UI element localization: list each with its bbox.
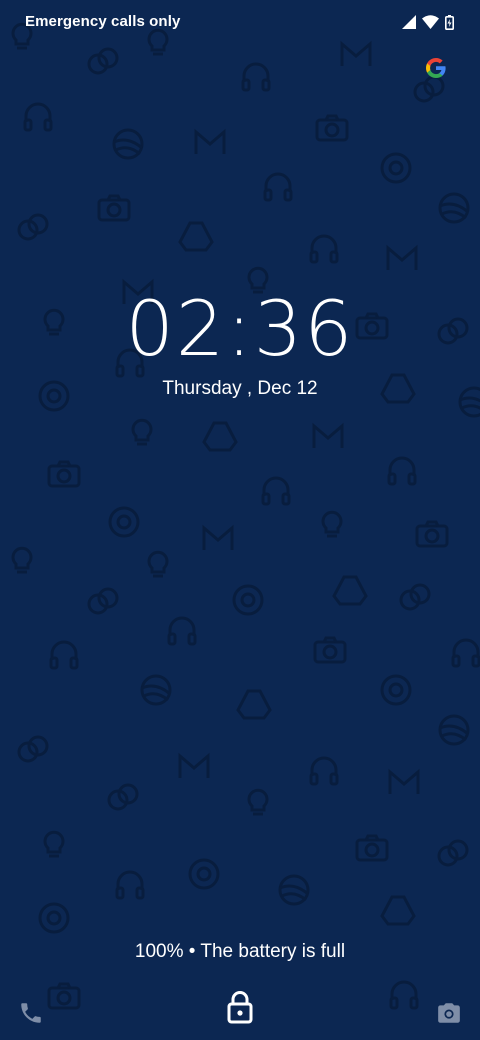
earth-pattern-icon [278, 874, 310, 906]
gmail-m-icon [312, 422, 344, 448]
gmail-m-icon [388, 768, 420, 794]
rings-pattern-icon [87, 587, 119, 615]
bottom-shortcuts [0, 990, 480, 1034]
camera-pattern-icon [415, 520, 449, 548]
headphones-icon [167, 616, 197, 646]
lockscreen-date: Thursday , Dec 12 [162, 378, 318, 399]
chrome-pattern-icon [380, 674, 412, 706]
camera-pattern-icon [97, 194, 131, 222]
bulb-pattern-icon [43, 830, 65, 858]
drive-pattern-icon [178, 221, 214, 252]
headphones-icon [241, 62, 271, 92]
signal-icon [402, 15, 416, 29]
bulb-pattern-icon [11, 546, 33, 574]
earth-pattern-icon [438, 714, 470, 746]
rings-pattern-icon [399, 583, 431, 611]
rings-pattern-icon [87, 47, 119, 75]
bulb-pattern-icon [147, 550, 169, 578]
chrome-pattern-icon [188, 858, 220, 890]
earth-pattern-icon [438, 192, 470, 224]
wifi-icon [422, 15, 439, 29]
battery-charging-icon [445, 14, 454, 30]
drive-pattern-icon [380, 895, 416, 926]
headphones-icon [451, 638, 480, 668]
phone-icon[interactable] [18, 1000, 44, 1026]
headphones-icon [23, 102, 53, 132]
chrome-pattern-icon [38, 902, 70, 934]
headphones-icon [115, 870, 145, 900]
bulb-pattern-icon [247, 788, 269, 816]
battery-status-text: 100% • The battery is full [134, 941, 346, 962]
carrier-label: Emergency calls only [25, 13, 181, 30]
camera-pattern-icon [47, 460, 81, 488]
gmail-m-icon [386, 244, 418, 270]
lock-icon[interactable] [226, 990, 254, 1024]
earth-pattern-icon [112, 128, 144, 160]
camera-pattern-icon [355, 834, 389, 862]
rings-pattern-icon [17, 213, 49, 241]
bulb-pattern-icon [321, 510, 343, 538]
headphones-icon [263, 172, 293, 202]
chrome-pattern-icon [232, 584, 264, 616]
earth-pattern-icon [140, 674, 172, 706]
drive-pattern-icon [202, 421, 238, 452]
gmail-m-icon [194, 128, 226, 154]
camera-pattern-icon [315, 114, 349, 142]
headphones-icon [309, 234, 339, 264]
camera-pattern-icon [313, 636, 347, 664]
headphones-icon [309, 756, 339, 786]
gmail-m-icon [178, 752, 210, 778]
rings-pattern-icon [17, 735, 49, 763]
headphones-icon [261, 476, 291, 506]
status-bar: Emergency calls only [0, 0, 480, 44]
rings-pattern-icon [107, 783, 139, 811]
chrome-pattern-icon [380, 152, 412, 184]
bulb-pattern-icon [131, 418, 153, 446]
rings-pattern-icon [437, 839, 469, 867]
chrome-pattern-icon [108, 506, 140, 538]
status-icons [402, 12, 454, 32]
drive-pattern-icon [332, 575, 368, 606]
headphones-icon [387, 456, 417, 486]
gmail-m-icon [202, 524, 234, 550]
wallpaper-pattern [0, 0, 480, 1040]
headphones-icon [49, 640, 79, 670]
google-g-icon[interactable] [424, 56, 448, 80]
camera-icon[interactable] [436, 1000, 462, 1026]
drive-pattern-icon [236, 689, 272, 720]
lockscreen-clock: 02:36 [125, 284, 355, 373]
lock-screen[interactable]: Emergency calls only 02:36 Thursday , De… [0, 0, 480, 1040]
